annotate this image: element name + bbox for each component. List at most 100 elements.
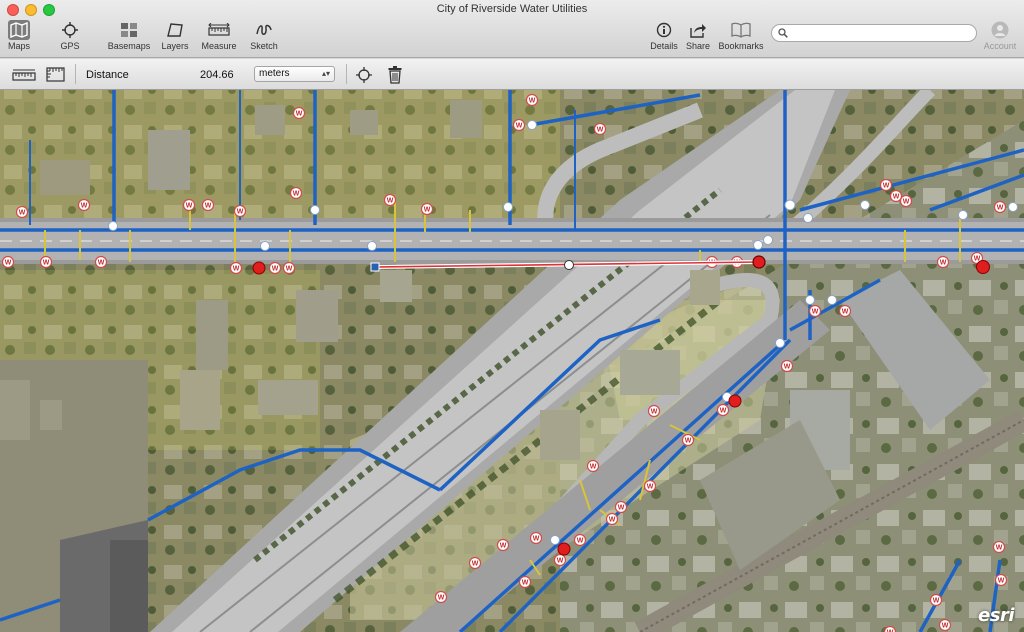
hydrant-marker[interactable]: W: [15, 205, 29, 219]
hydrant-marker[interactable]: W: [229, 261, 243, 275]
svg-text:W: W: [516, 123, 523, 130]
hydrant-marker[interactable]: W: [647, 404, 661, 418]
unit-select[interactable]: meters ▴▾: [254, 66, 335, 82]
basemaps-button[interactable]: Basemaps: [107, 20, 151, 51]
hydrant-marker[interactable]: W: [529, 531, 543, 545]
hydrant-marker[interactable]: W: [553, 553, 567, 567]
svg-text:W: W: [272, 266, 279, 273]
search-input[interactable]: [792, 27, 972, 39]
hydrant-marker[interactable]: W: [292, 106, 306, 120]
hydrant-marker[interactable]: W: [889, 189, 903, 203]
hydrant-marker[interactable]: W: [77, 198, 91, 212]
svg-text:W: W: [940, 260, 947, 267]
svg-text:W: W: [685, 438, 692, 445]
app-window: City of Riverside Water Utilities Maps G…: [0, 0, 1024, 632]
measure-value: 204.66: [200, 68, 234, 81]
search-icon: [778, 28, 788, 38]
svg-text:W: W: [296, 111, 303, 118]
hydrant-marker[interactable]: W: [780, 359, 794, 373]
svg-text:W: W: [522, 580, 529, 587]
svg-text:W: W: [233, 266, 240, 273]
svg-text:W: W: [424, 207, 431, 214]
svg-text:W: W: [590, 464, 597, 471]
gps-button[interactable]: GPS: [48, 20, 92, 51]
hydrant-marker[interactable]: W: [201, 198, 215, 212]
svg-text:W: W: [651, 409, 658, 416]
hydrant-marker[interactable]: W: [992, 540, 1006, 554]
hydrant-marker[interactable]: W: [879, 178, 893, 192]
account-button[interactable]: Account: [978, 20, 1022, 51]
hydrant-marker[interactable]: W: [420, 202, 434, 216]
sketch-label: Sketch: [250, 41, 278, 51]
hydrant-marker[interactable]: W: [899, 194, 913, 208]
chevron-updown-icon: ▴▾: [321, 69, 330, 78]
measure-toolbar: Distance 204.66: [0, 59, 1024, 90]
maps-button[interactable]: Maps: [0, 20, 41, 51]
hydrant-marker[interactable]: W: [593, 122, 607, 136]
bookmarks-button[interactable]: Bookmarks: [718, 20, 764, 51]
hydrant-marker[interactable]: W: [573, 533, 587, 547]
svg-text:W: W: [186, 203, 193, 210]
clear-measure-button[interactable]: [388, 59, 402, 90]
hydrant-marker[interactable]: W: [993, 200, 1007, 214]
hydrant-marker[interactable]: W: [605, 512, 619, 526]
hydrant-marker[interactable]: W: [1, 255, 15, 269]
hydrant-marker[interactable]: W: [929, 593, 943, 607]
hydrant-marker[interactable]: W: [614, 500, 628, 514]
svg-text:W: W: [883, 183, 890, 190]
crosshair-icon: [356, 66, 372, 83]
svg-text:W: W: [577, 538, 584, 545]
hydrant-marker[interactable]: W: [512, 118, 526, 132]
measure-mode-label: Distance: [86, 68, 129, 81]
toolbar: City of Riverside Water Utilities Maps G…: [0, 0, 1024, 58]
hydrant-marker[interactable]: W: [586, 459, 600, 473]
hydrant-marker[interactable]: W: [289, 186, 303, 200]
svg-text:W: W: [438, 595, 445, 602]
hydrant-marker[interactable]: W: [936, 255, 950, 269]
hydrant-marker[interactable]: W: [39, 255, 53, 269]
layers-button[interactable]: Layers: [153, 20, 197, 51]
svg-text:W: W: [812, 309, 819, 316]
hydrant-marker[interactable]: W: [268, 261, 282, 275]
map-canvas[interactable]: W W W W W W W W W W W W W W W W W W W W W W W W W W W W W W W W W W W W W W W W…: [0, 90, 1024, 632]
hydrant-marker[interactable]: W: [938, 618, 952, 632]
hydrant-marker[interactable]: W: [681, 433, 695, 447]
book-icon: [730, 20, 752, 40]
svg-text:W: W: [81, 203, 88, 210]
hydrant-marker[interactable]: W: [525, 93, 539, 107]
hydrant-marker[interactable]: W: [994, 573, 1008, 587]
hydrant-marker[interactable]: W: [383, 193, 397, 207]
hydrant-marker[interactable]: W: [883, 625, 897, 632]
hydrant-marker[interactable]: W: [518, 575, 532, 589]
hydrant-marker[interactable]: W: [182, 198, 196, 212]
map-view[interactable]: W W W W W W W W W W W W W W W W W W W W W W W W W W W W W W W W W W W W W W W W…: [0, 90, 1024, 632]
hydrant-marker[interactable]: W: [716, 403, 730, 417]
measure-button[interactable]: Measure: [197, 20, 241, 51]
hydrant-marker[interactable]: W: [838, 304, 852, 318]
map-icon: [8, 20, 30, 40]
svg-text:W: W: [387, 198, 394, 205]
share-button[interactable]: Share: [676, 20, 720, 51]
search-field[interactable]: [771, 24, 977, 42]
hydrant-marker[interactable]: W: [496, 538, 510, 552]
svg-text:W: W: [500, 543, 507, 550]
layers-icon: [164, 20, 186, 40]
svg-text:W: W: [472, 561, 479, 568]
hydrant-marker[interactable]: W: [643, 479, 657, 493]
sketch-button[interactable]: Sketch: [242, 20, 286, 51]
hydrant-marker[interactable]: W: [233, 204, 247, 218]
hydrant-marker[interactable]: W: [468, 556, 482, 570]
hydrant-marker[interactable]: W: [94, 255, 108, 269]
grid-icon: [118, 20, 140, 40]
share-icon: [687, 20, 709, 40]
hydrant-marker[interactable]: W: [434, 590, 448, 604]
account-icon: [989, 20, 1011, 40]
hydrant-marker[interactable]: W: [808, 304, 822, 318]
unit-select-value: meters: [259, 68, 290, 79]
area-tool-button[interactable]: [44, 59, 66, 90]
esri-attribution: esri: [978, 605, 1014, 626]
bookmarks-label: Bookmarks: [718, 41, 764, 51]
locate-point-button[interactable]: [356, 59, 372, 90]
hydrant-marker[interactable]: W: [282, 261, 296, 275]
distance-tool-button[interactable]: [12, 59, 36, 90]
